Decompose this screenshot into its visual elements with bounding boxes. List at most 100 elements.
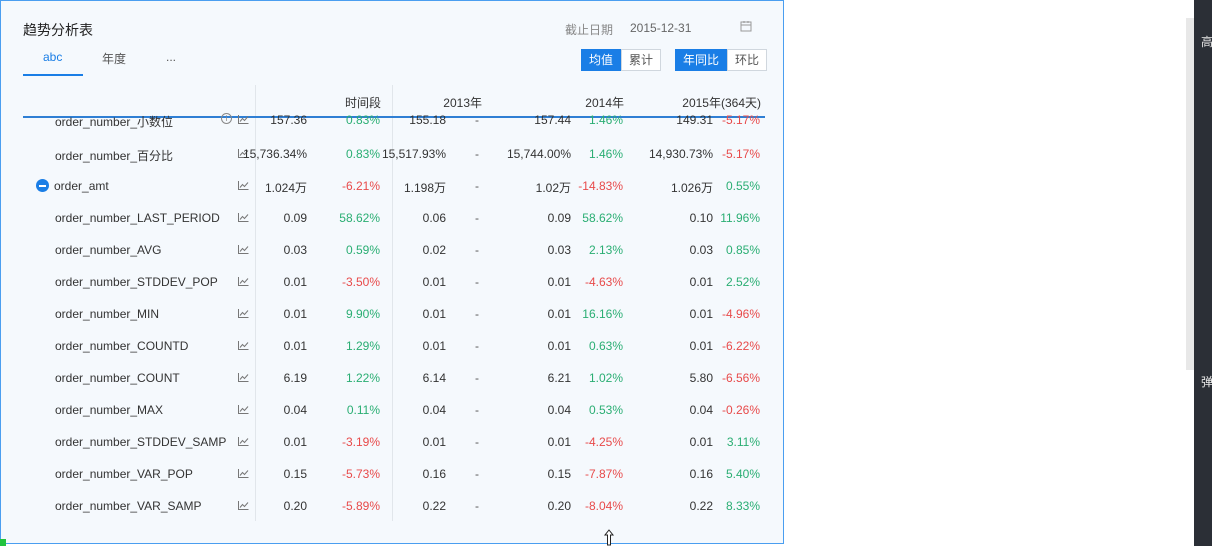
column-header-2014: 2014年 [585, 96, 624, 110]
trend-chart-icon[interactable] [238, 115, 249, 124]
trend-chart-icon[interactable] [238, 213, 249, 222]
value-cell: 0.01 [547, 435, 571, 449]
change-cell: -7.87% [584, 467, 623, 481]
change-cell: -6.21% [341, 179, 380, 193]
value-cell: 0.01 [689, 435, 713, 449]
change-cell: - [475, 275, 479, 289]
change-cell: - [475, 339, 479, 353]
value-cell: 0.20 [283, 499, 307, 513]
trend-chart-icon[interactable] [238, 469, 249, 478]
active-tab-indicator [23, 74, 83, 76]
change-cell: 1.22% [345, 371, 380, 385]
change-cell: 1.46% [588, 147, 623, 161]
change-cell: - [475, 371, 479, 385]
value-cell: 0.01 [422, 435, 446, 449]
table-row: order_number_MIN 0.01 9.90% 0.01 - 0.01 16.16%… [23, 307, 767, 339]
value-cell: 0.04 [422, 403, 446, 417]
scrollbar[interactable] [1186, 18, 1194, 370]
change-cell: 58.62% [582, 211, 623, 225]
value-cell: 0.15 [547, 467, 571, 481]
average-button[interactable]: 均值 [581, 49, 622, 71]
change-cell: - [475, 179, 479, 193]
change-cell: 3.11% [726, 435, 760, 449]
widget-title: 趋势分析表 [23, 22, 93, 38]
value-cell: 0.01 [422, 275, 446, 289]
change-cell: 5.40% [725, 467, 760, 481]
column-header-2015: 2015年(364天) [682, 96, 761, 110]
value-cell: 0.03 [283, 243, 307, 257]
value-cell: 0.01 [547, 339, 571, 353]
change-cell: - [475, 467, 479, 481]
metric-name: order_number_COUNT [55, 371, 180, 385]
table-row: order_number_VAR_POP 0.15 -5.73% 0.16-0.15-… [23, 467, 767, 499]
change-cell: -5.17% [721, 147, 760, 161]
trend-chart-icon[interactable] [238, 373, 249, 382]
value-cell: 0.20 [547, 499, 571, 513]
value-cell: 0.10 [689, 211, 713, 225]
value-cell: 0.01 [689, 275, 713, 289]
trend-chart-icon[interactable] [238, 181, 249, 190]
change-cell: 2.52% [725, 275, 760, 289]
metric-name: order_number_LAST_PERIOD [55, 211, 220, 225]
metric-name: order_number_小数位 [55, 115, 174, 129]
trend-chart-icon[interactable] [238, 309, 249, 318]
change-cell: 0.83% [345, 147, 380, 161]
change-cell: -4.96% [721, 307, 760, 321]
tab-abc[interactable]: abc [43, 50, 62, 64]
cumulative-button[interactable]: 累计 [621, 49, 662, 71]
value-cell: 6.21 [547, 371, 571, 385]
value-cell: 0.01 [547, 307, 571, 321]
trend-chart-icon[interactable] [238, 437, 249, 446]
tab-year[interactable]: 年度 [102, 50, 126, 67]
tab-more[interactable]: ... [166, 50, 176, 64]
value-cell: 0.03 [689, 243, 713, 257]
status-dot [0, 539, 6, 546]
trend-analysis-widget: 趋势分析表 截止日期 2015-12-31 abc 年度 ... 均值 累计 年… [0, 0, 784, 544]
value-cell: 0.04 [283, 403, 307, 417]
trend-chart-icon[interactable] [238, 405, 249, 414]
change-cell: -4.63% [584, 275, 623, 289]
value-cell: 0.09 [547, 211, 571, 225]
period-over-period-button[interactable]: 环比 [727, 49, 768, 71]
value-cell: 6.14 [422, 371, 446, 385]
value-cell: 0.03 [547, 243, 571, 257]
metric-name: order_number_COUNTD [55, 339, 189, 353]
change-cell: 1.29% [345, 339, 380, 353]
value-cell: 0.22 [689, 499, 713, 513]
trend-chart-icon[interactable] [238, 277, 249, 286]
change-cell: - [475, 435, 479, 449]
value-cell: 6.19 [283, 371, 307, 385]
change-cell: -5.17% [721, 113, 760, 127]
value-cell: 0.01 [422, 339, 446, 353]
table-row: order_number_COUNTD 0.01 1.29% 0.01 - 0.01 0.6… [23, 339, 767, 371]
change-cell: -0.26% [721, 403, 760, 417]
value-cell: 0.22 [422, 499, 446, 513]
change-cell: 2.13% [588, 243, 623, 257]
change-cell: -3.19% [341, 435, 380, 449]
metric-name: order_number_STDDEV_POP [55, 275, 218, 289]
table-row: order_number_MAX 0.04 0.11% 0.04 - 0.04 0.53% 0… [23, 403, 767, 435]
value-cell: 15,517.93% [381, 147, 446, 161]
trend-chart-icon[interactable] [238, 341, 249, 350]
value-cell: 0.01 [689, 307, 713, 321]
value-cell: 0.01 [283, 435, 307, 449]
metric-name: order_number_MAX [55, 403, 164, 417]
value-cell: 155.18 [409, 113, 446, 127]
info-icon[interactable]: i [221, 113, 232, 124]
change-cell: 1.02% [588, 371, 623, 385]
trend-table: 时间段 2013年 2014年 2015年(364天) order_number… [23, 85, 767, 521]
trend-chart-icon[interactable] [238, 501, 249, 510]
cutoff-date-value[interactable]: 2015-12-31 [630, 21, 691, 35]
change-cell: 0.83% [345, 113, 380, 127]
year-over-year-button[interactable]: 年同比 [675, 49, 728, 71]
change-cell: -14.83% [578, 179, 623, 193]
table-row: order_number_STDDEV_SAMP 0.01 -3.19% 0.01 - 0… [23, 435, 767, 467]
column-header-period: 时间段 [344, 96, 381, 110]
change-cell: 0.53% [588, 403, 623, 417]
change-cell: 58.62% [339, 211, 380, 225]
value-cell: 5.80 [689, 371, 713, 385]
collapse-icon[interactable] [36, 179, 49, 192]
trend-chart-icon[interactable] [238, 245, 249, 254]
calendar-icon[interactable] [740, 20, 752, 32]
value-cell: 14,930.73% [648, 147, 713, 161]
